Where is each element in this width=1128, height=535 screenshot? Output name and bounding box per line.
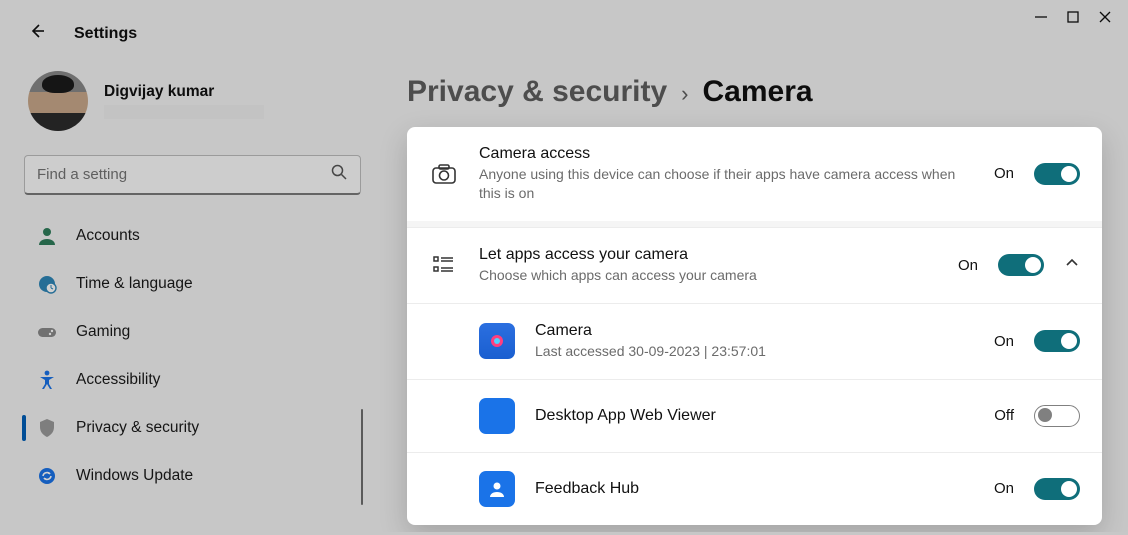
globe-clock-icon: [36, 273, 58, 295]
avatar: [28, 71, 88, 131]
settings-panel: Camera access Anyone using this device c…: [407, 127, 1102, 525]
person-icon: [36, 225, 58, 247]
sidebar-scrollbar[interactable]: [361, 409, 363, 505]
profile-name: Digvijay kumar: [104, 83, 264, 101]
app-icon-camera: [479, 323, 515, 359]
toggle-state-label: On: [986, 480, 1014, 497]
app-title: Settings: [74, 25, 137, 43]
app-icon-generic: [479, 398, 515, 434]
profile-block[interactable]: Digvijay kumar: [22, 57, 363, 149]
back-button[interactable]: [28, 22, 46, 45]
sidebar-item-label: Time & language: [76, 275, 193, 293]
update-icon: [36, 465, 58, 487]
app-subtitle: Last accessed 30-09-2023 | 23:57:01: [535, 342, 966, 361]
sidebar-item-time-language[interactable]: Time & language: [22, 261, 363, 307]
sidebar-item-accessibility[interactable]: Accessibility: [22, 357, 363, 403]
toggle-state-label: Off: [986, 407, 1014, 424]
window-controls: [1018, 0, 1128, 39]
search-box[interactable]: [24, 155, 361, 195]
apps-access-toggle[interactable]: [998, 254, 1044, 276]
sidebar-item-windows-update[interactable]: Windows Update: [22, 453, 363, 499]
app-camera-toggle[interactable]: [1034, 330, 1080, 352]
shield-icon: [36, 417, 58, 439]
search-input[interactable]: [37, 166, 330, 183]
chevron-up-icon[interactable]: [1064, 255, 1080, 276]
app-row-desktop-web-viewer: Desktop App Web Viewer Off: [407, 379, 1102, 452]
row-camera-access: Camera access Anyone using this device c…: [407, 127, 1102, 221]
sidebar-item-label: Accounts: [76, 227, 140, 245]
list-icon: [429, 253, 459, 277]
sidebar-item-label: Accessibility: [76, 371, 160, 389]
row-subtitle: Anyone using this device can choose if t…: [479, 165, 966, 203]
app-feedback-hub-toggle[interactable]: [1034, 478, 1080, 500]
row-title: Camera access: [479, 145, 966, 163]
app-name: Feedback Hub: [535, 480, 966, 498]
maximize-button[interactable]: [1066, 10, 1080, 29]
row-apps-access[interactable]: Let apps access your camera Choose which…: [407, 227, 1102, 303]
toggle-state-label: On: [986, 333, 1014, 350]
chevron-right-icon: ›: [681, 81, 688, 107]
sidebar-item-accounts[interactable]: Accounts: [22, 213, 363, 259]
breadcrumb-current: Camera: [702, 75, 812, 109]
toggle-state-label: On: [950, 257, 978, 274]
app-icon-feedback-hub: [479, 471, 515, 507]
app-desktop-web-viewer-toggle[interactable]: [1034, 405, 1080, 427]
app-row-camera: Camera Last accessed 30-09-2023 | 23:57:…: [407, 303, 1102, 379]
gamepad-icon: [36, 321, 58, 343]
close-button[interactable]: [1098, 10, 1112, 29]
main-content: Privacy & security › Camera Camera acces…: [375, 53, 1128, 532]
app-name: Desktop App Web Viewer: [535, 407, 966, 425]
sidebar-item-gaming[interactable]: Gaming: [22, 309, 363, 355]
app-name: Camera: [535, 322, 966, 340]
accessibility-icon: [36, 369, 58, 391]
camera-icon: [429, 161, 459, 187]
breadcrumb: Privacy & security › Camera: [407, 75, 1102, 109]
sidebar-item-label: Gaming: [76, 323, 130, 341]
app-row-feedback-hub: Feedback Hub On: [407, 452, 1102, 525]
row-subtitle: Choose which apps can access your camera: [479, 266, 930, 285]
minimize-button[interactable]: [1034, 10, 1048, 29]
row-title: Let apps access your camera: [479, 246, 930, 264]
sidebar-item-privacy-security[interactable]: Privacy & security: [22, 405, 363, 451]
sidebar-item-label: Windows Update: [76, 467, 193, 485]
search-icon: [330, 163, 348, 186]
sidebar: Digvijay kumar Accounts Time & language …: [0, 53, 375, 532]
app-header: Settings: [0, 0, 1128, 53]
sidebar-nav: Accounts Time & language Gaming Accessib…: [22, 213, 363, 499]
sidebar-item-label: Privacy & security: [76, 419, 199, 437]
profile-email-placeholder: [104, 105, 264, 119]
camera-access-toggle[interactable]: [1034, 163, 1080, 185]
toggle-state-label: On: [986, 165, 1014, 182]
breadcrumb-parent[interactable]: Privacy & security: [407, 75, 667, 109]
